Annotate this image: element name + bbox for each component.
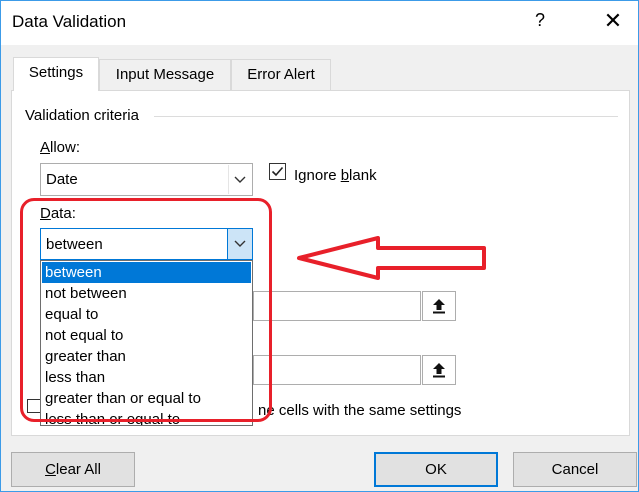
check-icon bbox=[271, 166, 284, 177]
list-item[interactable]: greater than bbox=[42, 346, 251, 367]
tab-input-message[interactable]: Input Message bbox=[99, 59, 231, 90]
allow-label: Allow: bbox=[40, 139, 81, 156]
ok-button[interactable]: OK bbox=[374, 452, 498, 487]
cancel-button[interactable]: Cancel bbox=[513, 452, 637, 487]
tab-settings[interactable]: Settings bbox=[13, 57, 99, 91]
window-title: Data Validation bbox=[12, 12, 127, 31]
chevron-down-icon[interactable] bbox=[228, 165, 251, 194]
tab-error-alert[interactable]: Error Alert bbox=[231, 59, 331, 90]
apply-changes-checkbox[interactable] bbox=[27, 399, 41, 413]
arrow-annotation-icon bbox=[297, 236, 486, 280]
list-item[interactable]: not equal to bbox=[42, 325, 251, 346]
ignore-blank-checkbox[interactable] bbox=[269, 163, 286, 180]
title-bar: Data Validation ? ✕ bbox=[1, 1, 638, 45]
chevron-down-icon[interactable] bbox=[227, 228, 253, 260]
list-item[interactable]: greater than or equal to bbox=[42, 388, 251, 409]
list-item[interactable]: less than bbox=[42, 367, 251, 388]
upload-arrow-icon bbox=[433, 363, 445, 378]
help-button[interactable]: ? bbox=[535, 10, 545, 31]
end-date-input[interactable] bbox=[253, 355, 421, 385]
collapse-dialog-button[interactable] bbox=[422, 291, 456, 321]
list-item[interactable]: between bbox=[42, 262, 251, 283]
list-item[interactable]: not between bbox=[42, 283, 251, 304]
data-combobox[interactable]: between bbox=[40, 228, 253, 260]
upload-arrow-icon bbox=[433, 299, 445, 314]
group-divider bbox=[154, 116, 618, 117]
list-item[interactable]: less than or equal to bbox=[42, 409, 251, 425]
clear-all-button[interactable]: Clear All bbox=[11, 452, 135, 487]
close-button[interactable]: ✕ bbox=[601, 9, 625, 33]
data-validation-dialog: Data Validation ? ✕ Settings Input Messa… bbox=[0, 0, 639, 492]
data-dropdown-list[interactable]: between not between equal to not equal t… bbox=[40, 260, 253, 426]
data-label: Data: bbox=[40, 205, 76, 222]
list-item[interactable]: equal to bbox=[42, 304, 251, 325]
data-value: between bbox=[46, 236, 103, 253]
collapse-dialog-button[interactable] bbox=[422, 355, 456, 385]
allow-value: Date bbox=[46, 171, 78, 188]
validation-criteria-label: Validation criteria bbox=[25, 107, 139, 124]
ignore-blank-label: Ignore blank bbox=[294, 167, 377, 184]
allow-combobox[interactable]: Date bbox=[40, 163, 253, 196]
start-date-input[interactable] bbox=[253, 291, 421, 321]
apply-changes-label: ne cells with the same settings bbox=[258, 402, 462, 419]
